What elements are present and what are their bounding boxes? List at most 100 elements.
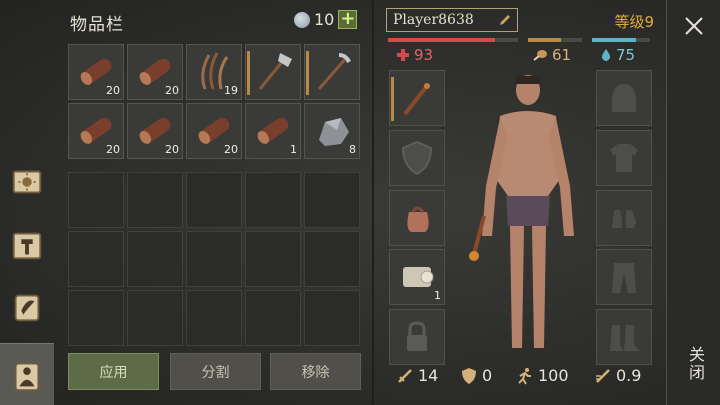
shirt-icon [610, 144, 638, 172]
edit-pencil-icon[interactable] [498, 13, 512, 27]
speed-stat: 100 [516, 366, 569, 385]
durability-bar [247, 51, 250, 95]
pants-icon [612, 263, 636, 293]
food-value: 61 [552, 46, 572, 64]
shield-icon [401, 140, 433, 176]
add-currency-button[interactable]: + [338, 10, 358, 29]
player-name-field[interactable]: Player8638 [386, 8, 518, 32]
bag-slot[interactable] [389, 190, 445, 246]
player-level: 等级9 [614, 13, 654, 31]
inventory-slot-empty[interactable] [68, 290, 124, 346]
defense-shield-icon [462, 367, 476, 384]
slot-quantity: 20 [165, 84, 179, 97]
inventory-slot[interactable]: 20 [68, 103, 124, 159]
durability-bar [306, 51, 309, 95]
scroll-slot[interactable]: 1 [389, 249, 445, 305]
food-stat: 61 [532, 46, 571, 64]
inventory-slot-empty[interactable] [127, 290, 183, 346]
inventory-slot-empty[interactable] [245, 231, 301, 287]
build-hammer-icon[interactable] [4, 222, 50, 268]
inventory-slot[interactable]: 1 [245, 103, 301, 159]
slot-quantity: 1 [434, 289, 441, 302]
health-stat: 93 [396, 46, 433, 64]
inventory-slot-empty[interactable] [186, 231, 242, 287]
speed-value: 100 [538, 366, 569, 385]
locked-slot [389, 309, 445, 365]
running-icon [518, 367, 531, 385]
chest-slot[interactable] [596, 130, 652, 186]
crafting-book-icon[interactable] [4, 158, 50, 204]
water-stat: 75 [600, 46, 635, 64]
shield-slot[interactable] [389, 130, 445, 186]
attack-value: 14 [418, 366, 439, 385]
game-screen: 物品栏 10 + 20 20 19 20 20 20 1 8 应用 分割 移除 … [0, 0, 720, 405]
close-panel[interactable]: 关闭 [666, 0, 720, 405]
bag-icon [407, 206, 429, 232]
slot-quantity: 20 [106, 143, 120, 156]
inventory-slot-empty[interactable] [245, 290, 301, 346]
panel-divider [372, 0, 374, 405]
remove-button[interactable]: 移除 [270, 353, 361, 390]
inventory-slot-empty[interactable] [304, 231, 360, 287]
attack-stat: 14 [396, 366, 438, 385]
attack-speed-stat: 0.9 [594, 366, 641, 385]
inventory-slot-empty[interactable] [127, 231, 183, 287]
boots-slot[interactable] [596, 309, 652, 365]
lock-icon [407, 321, 427, 351]
inventory-slot[interactable]: 19 [186, 44, 242, 100]
inventory-slot[interactable]: 20 [186, 103, 242, 159]
slot-quantity: 20 [165, 143, 179, 156]
inventory-slot-empty[interactable] [186, 172, 242, 228]
split-button[interactable]: 分割 [170, 353, 261, 390]
currency-display: 10 + [294, 10, 358, 29]
inventory-slot-empty[interactable] [245, 172, 301, 228]
water-value: 75 [616, 46, 636, 64]
apply-button[interactable]: 应用 [68, 353, 159, 390]
health-bar [388, 38, 518, 42]
character-inventory-icon[interactable] [0, 343, 54, 405]
boots-icon [610, 325, 640, 351]
player-character [469, 75, 574, 348]
attack-sword-icon [398, 368, 412, 383]
inventory-slot-empty[interactable] [304, 172, 360, 228]
stone-axe-icon [258, 53, 292, 90]
inventory-slot-empty[interactable] [68, 172, 124, 228]
close-icon[interactable] [682, 14, 706, 38]
slot-quantity: 8 [349, 143, 356, 156]
helmet-icon [612, 84, 636, 112]
currency-value: 10 [314, 10, 335, 29]
gloves-slot[interactable] [596, 190, 652, 246]
slot-quantity: 20 [224, 143, 238, 156]
inventory-slot-empty[interactable] [186, 290, 242, 346]
inventory-slot[interactable] [245, 44, 301, 100]
durability-bar [391, 77, 394, 121]
water-bar [592, 38, 650, 42]
helmet-slot[interactable] [596, 70, 652, 126]
inventory-slot-empty[interactable] [304, 290, 360, 346]
food-meat-icon [533, 50, 547, 61]
slot-quantity: 20 [106, 84, 120, 97]
inventory-slot[interactable]: 8 [304, 103, 360, 159]
inventory-slot-empty[interactable] [68, 231, 124, 287]
pants-slot[interactable] [596, 249, 652, 305]
torch-icon [403, 83, 430, 116]
stone-pickaxe-icon [317, 53, 351, 90]
gloves-icon [612, 210, 636, 228]
quest-scroll-icon[interactable] [4, 284, 50, 330]
defense-value: 0 [482, 366, 493, 385]
attack-speed-value: 0.9 [616, 366, 642, 385]
health-value: 93 [414, 46, 434, 64]
inventory-title: 物品栏 [70, 15, 124, 35]
close-label[interactable]: 关闭 [683, 346, 707, 382]
inventory-slot[interactable]: 20 [68, 44, 124, 100]
water-drop-icon [601, 49, 611, 61]
attack-speed-icon [596, 368, 610, 383]
coin-icon [294, 11, 310, 28]
slot-quantity: 1 [290, 143, 297, 156]
inventory-slot[interactable] [304, 44, 360, 100]
inventory-slot-empty[interactable] [127, 172, 183, 228]
food-bar [528, 38, 582, 42]
inventory-slot[interactable]: 20 [127, 103, 183, 159]
weapon-slot[interactable] [389, 70, 445, 126]
inventory-slot[interactable]: 20 [127, 44, 183, 100]
